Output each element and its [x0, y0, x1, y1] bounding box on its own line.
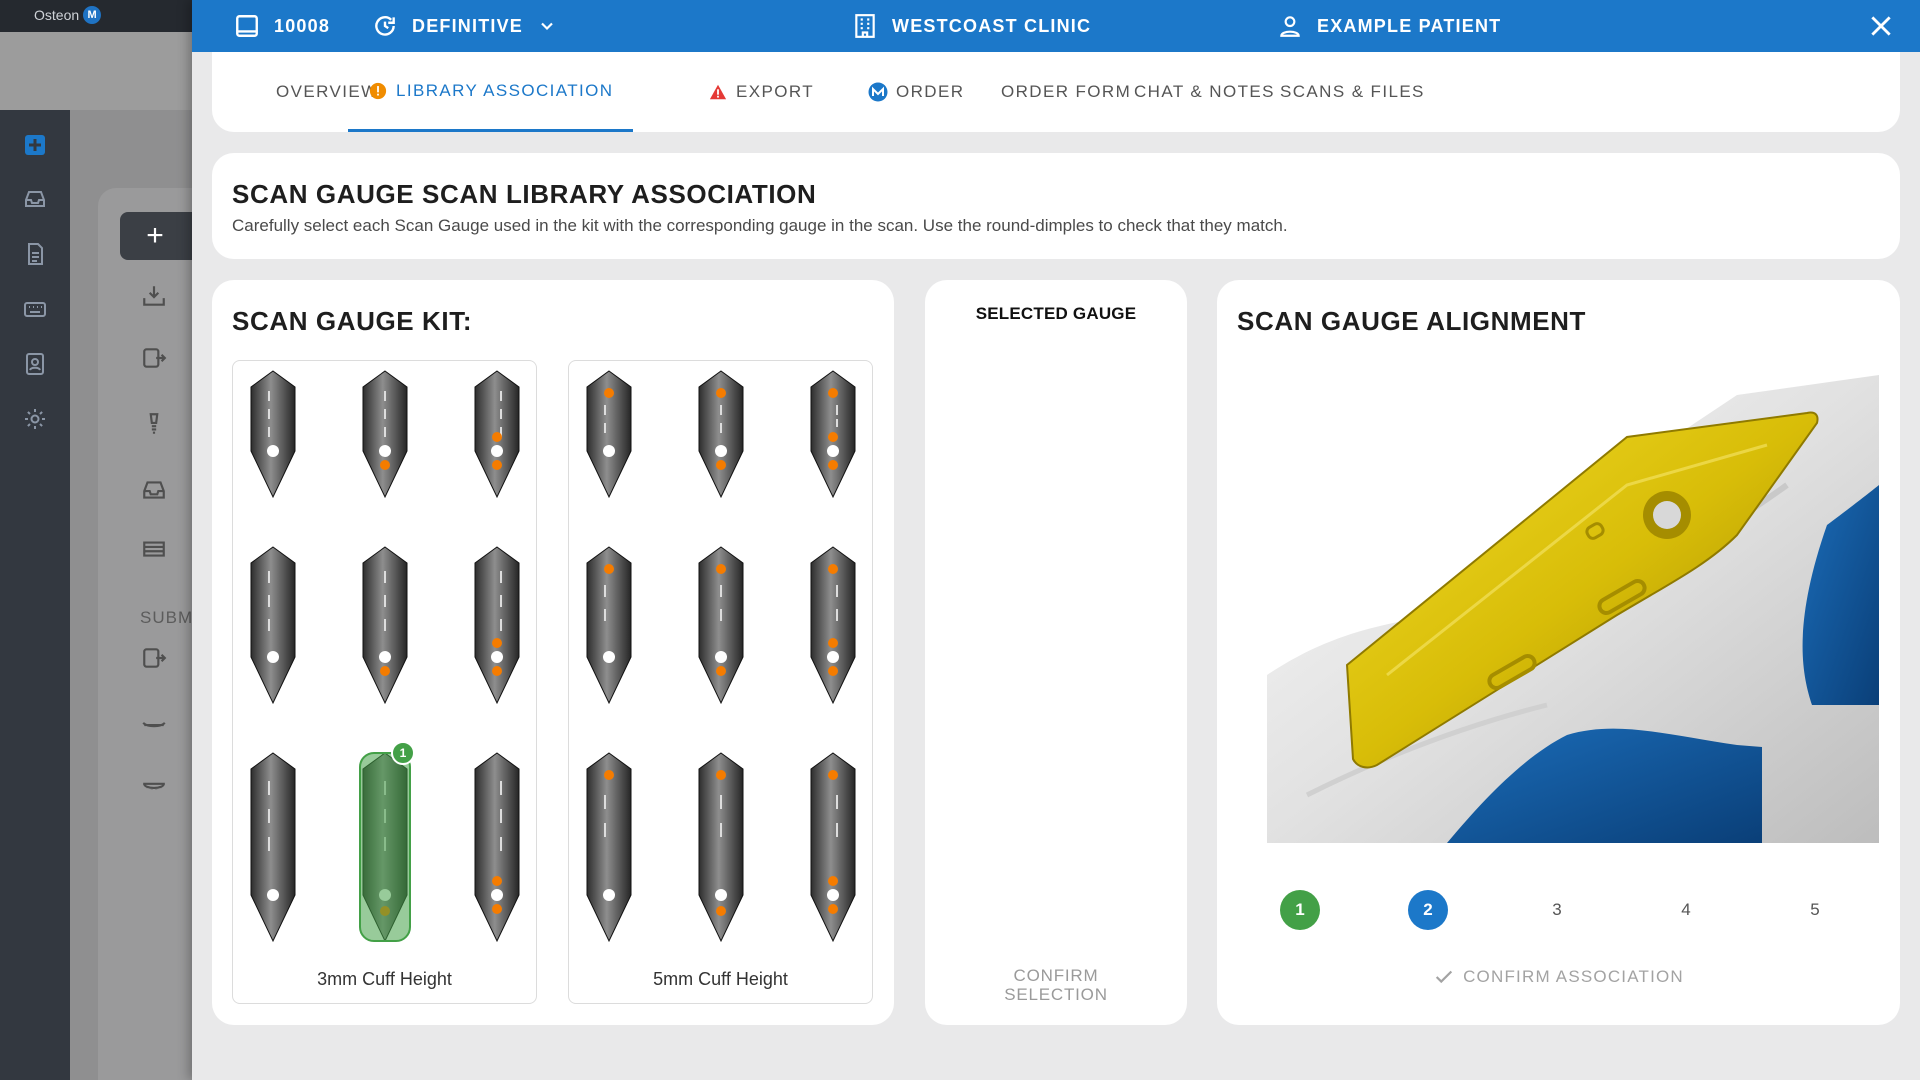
step-1[interactable]: 1	[1280, 890, 1320, 930]
upper-arch-icon[interactable]	[140, 772, 168, 800]
confirm-association-button[interactable]: CONFIRM ASSOCIATION	[1217, 966, 1900, 988]
gauge-5mm-1[interactable]	[583, 369, 635, 499]
building-icon	[855, 14, 875, 38]
person-icon	[1280, 16, 1300, 37]
app-logo-mark: M	[83, 6, 102, 24]
gauge-5mm-8[interactable]	[695, 751, 747, 943]
tab-order-label: ORDER	[896, 82, 965, 101]
gauge-3mm-2[interactable]	[359, 369, 411, 499]
tab-export-label: EXPORT	[736, 82, 814, 101]
page-title: SCAN GAUGE SCAN LIBRARY ASSOCIATION	[232, 179, 817, 209]
gauge-group-5mm: 5mm Cuff Height	[568, 360, 873, 1004]
group-label-3mm: 3mm Cuff Height	[317, 969, 452, 989]
gauge-5mm-4[interactable]	[583, 545, 635, 705]
gauge-3mm-9[interactable]	[471, 751, 523, 943]
gauge-3mm-1[interactable]	[247, 369, 299, 499]
settings-gear-icon[interactable]	[22, 406, 48, 432]
tab-chat-notes-label: CHAT & NOTES	[1134, 82, 1275, 101]
patient-name: EXAMPLE PATIENT	[1277, 0, 1501, 52]
document-icon[interactable]	[22, 241, 48, 267]
tab-bar: OVERVIEW LIBRARY ASSOCIATION EXPORT ORDE…	[212, 52, 1900, 132]
case-tablet-icon	[236, 15, 258, 37]
clinic-name: WESTCOAST CLINIC	[852, 0, 1091, 52]
confirm-association-label: CONFIRM ASSOCIATION	[1463, 967, 1684, 986]
gauge-3mm-7[interactable]	[247, 751, 299, 943]
checkmark-icon	[1435, 970, 1453, 984]
gauge-group-3mm: 1 3mm Cuff Height	[232, 360, 537, 1004]
library-association-modal: 10008 DEFINITIVE WESTCOAST CLINIC EXAMPL…	[192, 0, 1920, 1080]
new-case-button[interactable]: +	[120, 212, 200, 260]
gauge-5mm-9[interactable]	[807, 751, 859, 943]
lower-arch-icon[interactable]	[140, 710, 168, 738]
background-sidebar	[0, 110, 70, 1080]
case-header: 10008 DEFINITIVE WESTCOAST CLINIC EXAMPL…	[192, 0, 1920, 52]
osteon-logo-icon	[868, 82, 888, 102]
step-3[interactable]: 3	[1537, 890, 1577, 930]
page-description: Carefully select each Scan Gauge used in…	[232, 216, 1288, 235]
id-badge-icon[interactable]	[22, 351, 48, 377]
gauge-5mm-3[interactable]	[807, 369, 859, 499]
gauge-5mm-6[interactable]	[807, 545, 859, 705]
implant-icon[interactable]	[140, 410, 168, 438]
selection-badge: 1	[391, 741, 415, 765]
close-icon[interactable]	[1868, 13, 1894, 39]
gauge-3mm-8-selected[interactable]: 1	[359, 741, 415, 943]
gauge-5mm-5[interactable]	[695, 545, 747, 705]
keyboard-icon[interactable]	[22, 296, 48, 322]
add-case-icon[interactable]	[22, 132, 48, 158]
tab-export[interactable]: EXPORT	[708, 52, 814, 132]
tab-scans-files-label: SCANS & FILES	[1280, 82, 1425, 101]
chevron-down-icon	[541, 22, 553, 31]
patient-name-text: EXAMPLE PATIENT	[1317, 15, 1502, 36]
export-file-icon[interactable]	[140, 644, 168, 672]
tab-chat-notes[interactable]: CHAT & NOTES	[1134, 52, 1275, 132]
scan-3d-viewport[interactable]	[1267, 375, 1879, 843]
tab-library-association-label: LIBRARY ASSOCIATION	[396, 80, 614, 100]
app-logo: Osteon M	[34, 6, 102, 24]
gauge-5mm-2[interactable]	[695, 369, 747, 499]
alignment-title: SCAN GAUGE ALIGNMENT	[1237, 306, 1587, 336]
group-label-5mm: 5mm Cuff Height	[653, 969, 788, 989]
stage-text: DEFINITIVE	[412, 15, 524, 36]
export-3d-icon[interactable]	[140, 344, 168, 372]
submenu-label: SUBM	[140, 608, 194, 627]
warning-circle-icon	[368, 81, 388, 101]
app-logo-text: Osteon	[34, 7, 80, 23]
kit-title: SCAN GAUGE KIT:	[232, 306, 473, 336]
case-number-text: 10008	[274, 15, 331, 36]
refresh-clock-icon	[375, 16, 395, 36]
scan-render	[1267, 375, 1879, 843]
step-4[interactable]: 4	[1666, 890, 1706, 930]
gauge-3mm-3[interactable]	[471, 369, 523, 499]
download-tray-icon[interactable]	[140, 282, 168, 310]
selected-gauge-title: SELECTED GAUGE	[975, 304, 1137, 323]
gauge-5mm-7[interactable]	[583, 751, 635, 943]
tab-order-form[interactable]: ORDER FORM	[1001, 52, 1131, 132]
confirm-selection-line2: SELECTION	[1004, 985, 1108, 1004]
step-2[interactable]: 2	[1408, 890, 1448, 930]
page-title-card: SCAN GAUGE SCAN LIBRARY ASSOCIATION Care…	[212, 153, 1900, 259]
gauge-3mm-6[interactable]	[471, 545, 523, 705]
scan-gauge-kit-panel: SCAN GAUGE KIT: 1 3mm Cuff Height 5mm Cu…	[212, 280, 894, 1025]
confirm-selection-button[interactable]: CONFIRM SELECTION	[925, 966, 1187, 1004]
stack-icon[interactable]	[140, 534, 168, 562]
tray-icon[interactable]	[140, 476, 168, 504]
tab-order-form-label: ORDER FORM	[1001, 82, 1132, 101]
inbox-icon[interactable]	[22, 186, 48, 212]
gauge-3mm-4[interactable]	[247, 545, 299, 705]
alignment-steps: 1 2 3 4 5	[1217, 890, 1900, 934]
gauge-3mm-5[interactable]	[359, 545, 411, 705]
tab-order[interactable]: ORDER	[868, 52, 964, 132]
step-5[interactable]: 5	[1795, 890, 1835, 930]
tab-scans-files[interactable]: SCANS & FILES	[1280, 52, 1425, 132]
scan-gauge-alignment-panel: SCAN GAUGE ALIGNMENT 1 2 3 4 5 CONFIRM A…	[1217, 280, 1900, 1025]
case-number: 10008	[234, 0, 330, 52]
confirm-selection-line1: CONFIRM	[1013, 966, 1099, 985]
tab-library-association[interactable]: LIBRARY ASSOCIATION	[348, 52, 634, 132]
clinic-name-text: WESTCOAST CLINIC	[892, 15, 1092, 36]
stage-dropdown[interactable]: DEFINITIVE	[372, 0, 557, 52]
selected-gauge-panel: SELECTED GAUGE CONFIRM SELECTION	[925, 280, 1187, 1025]
warning-triangle-icon	[708, 82, 728, 102]
